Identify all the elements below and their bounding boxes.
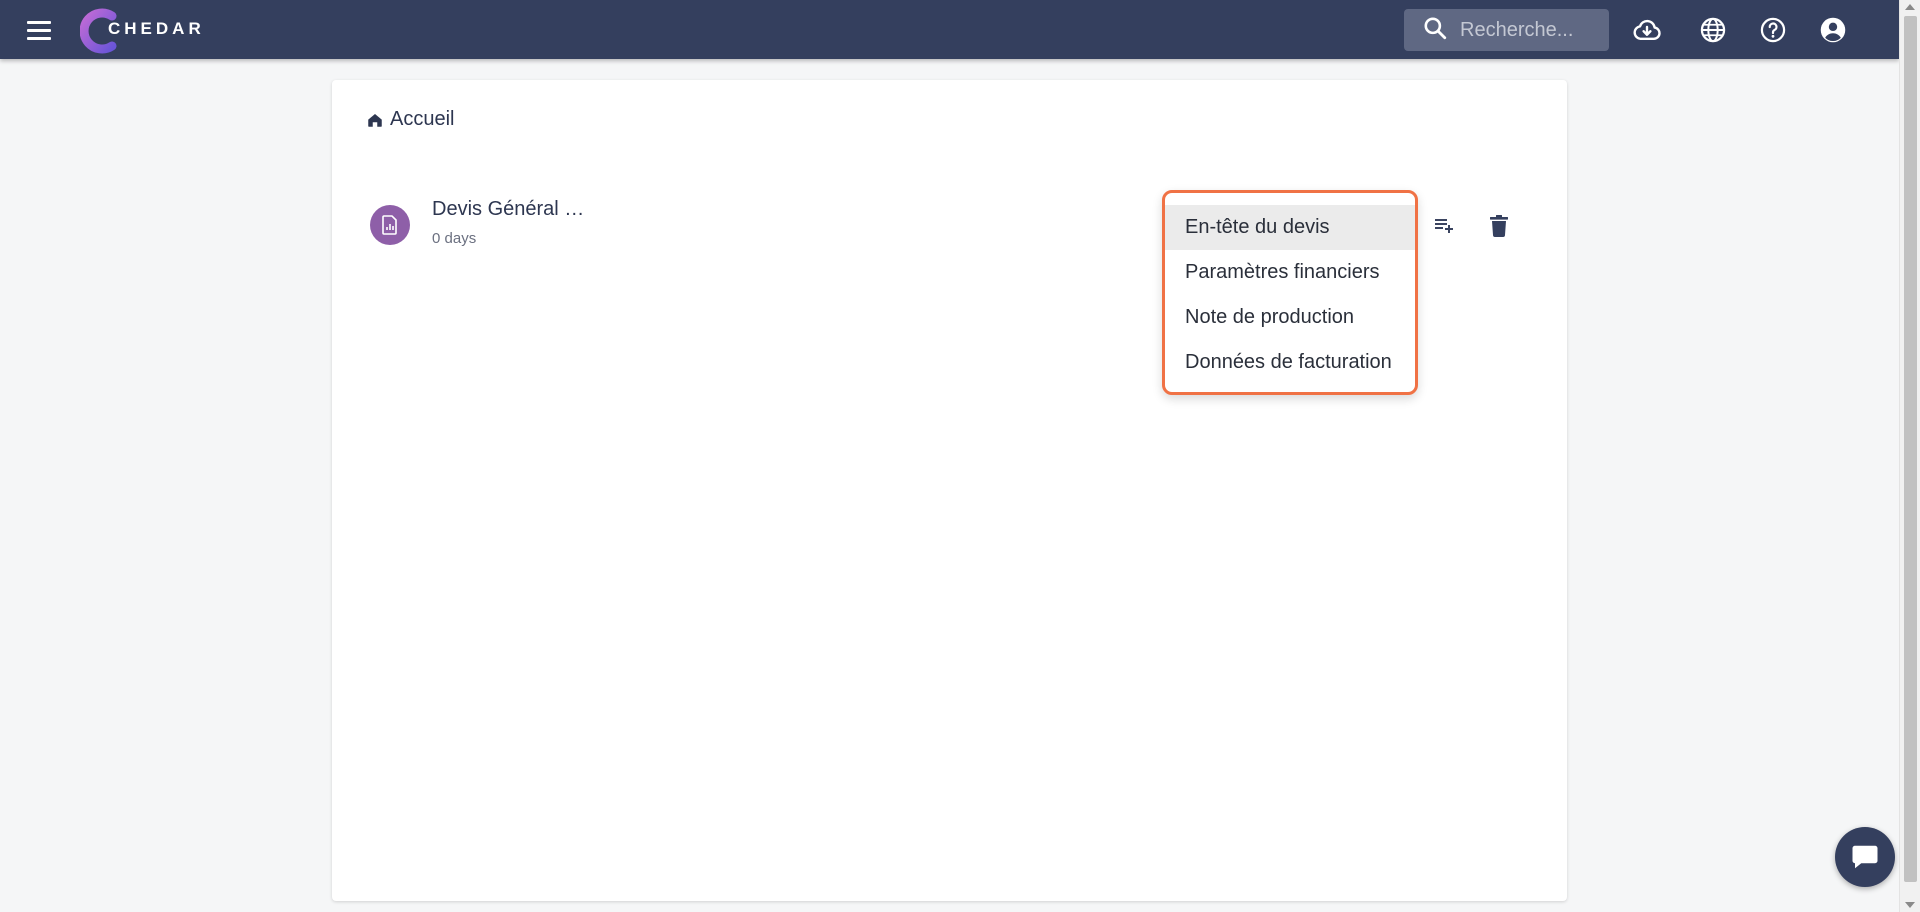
globe-icon[interactable] bbox=[1697, 14, 1729, 46]
chat-icon bbox=[1850, 842, 1880, 872]
home-icon bbox=[366, 111, 384, 129]
search-box[interactable] bbox=[1404, 9, 1610, 51]
breadcrumb-label: Accueil bbox=[390, 108, 455, 130]
document-title[interactable]: Devis Général … bbox=[432, 198, 584, 221]
document-age: 0 days bbox=[432, 230, 477, 247]
menu-item-parametres-financiers[interactable]: Paramètres financiers bbox=[1165, 250, 1415, 295]
cloud-download-icon[interactable] bbox=[1631, 14, 1663, 46]
search-icon bbox=[1422, 15, 1448, 46]
app-logo[interactable]: CHEDAR bbox=[79, 8, 205, 54]
scroll-up-arrow-icon[interactable] bbox=[1905, 4, 1915, 10]
scrollbar-thumb[interactable] bbox=[1904, 16, 1917, 882]
playlist-add-icon[interactable] bbox=[1428, 210, 1460, 242]
document-avatar bbox=[370, 205, 410, 245]
dropdown-menu: En-tête du devis Paramètres financiers N… bbox=[1162, 190, 1418, 395]
page-scrollbar[interactable] bbox=[1899, 0, 1920, 912]
breadcrumb[interactable]: Accueil bbox=[366, 108, 454, 131]
menu-item-note-production[interactable]: Note de production bbox=[1165, 295, 1415, 340]
menu-icon[interactable] bbox=[27, 14, 61, 46]
logo-text: CHEDAR bbox=[108, 19, 205, 38]
scroll-down-arrow-icon[interactable] bbox=[1905, 902, 1915, 908]
chat-button[interactable] bbox=[1835, 827, 1895, 887]
account-icon[interactable] bbox=[1817, 14, 1849, 46]
document-chart-icon bbox=[381, 215, 399, 235]
delete-icon[interactable] bbox=[1483, 210, 1515, 242]
help-icon[interactable] bbox=[1757, 14, 1789, 46]
search-input[interactable] bbox=[1460, 18, 1610, 42]
menu-item-donnees-facturation[interactable]: Données de facturation bbox=[1165, 340, 1415, 385]
top-app-bar: CHEDAR bbox=[0, 0, 1899, 59]
menu-item-entete[interactable]: En-tête du devis bbox=[1165, 205, 1415, 250]
